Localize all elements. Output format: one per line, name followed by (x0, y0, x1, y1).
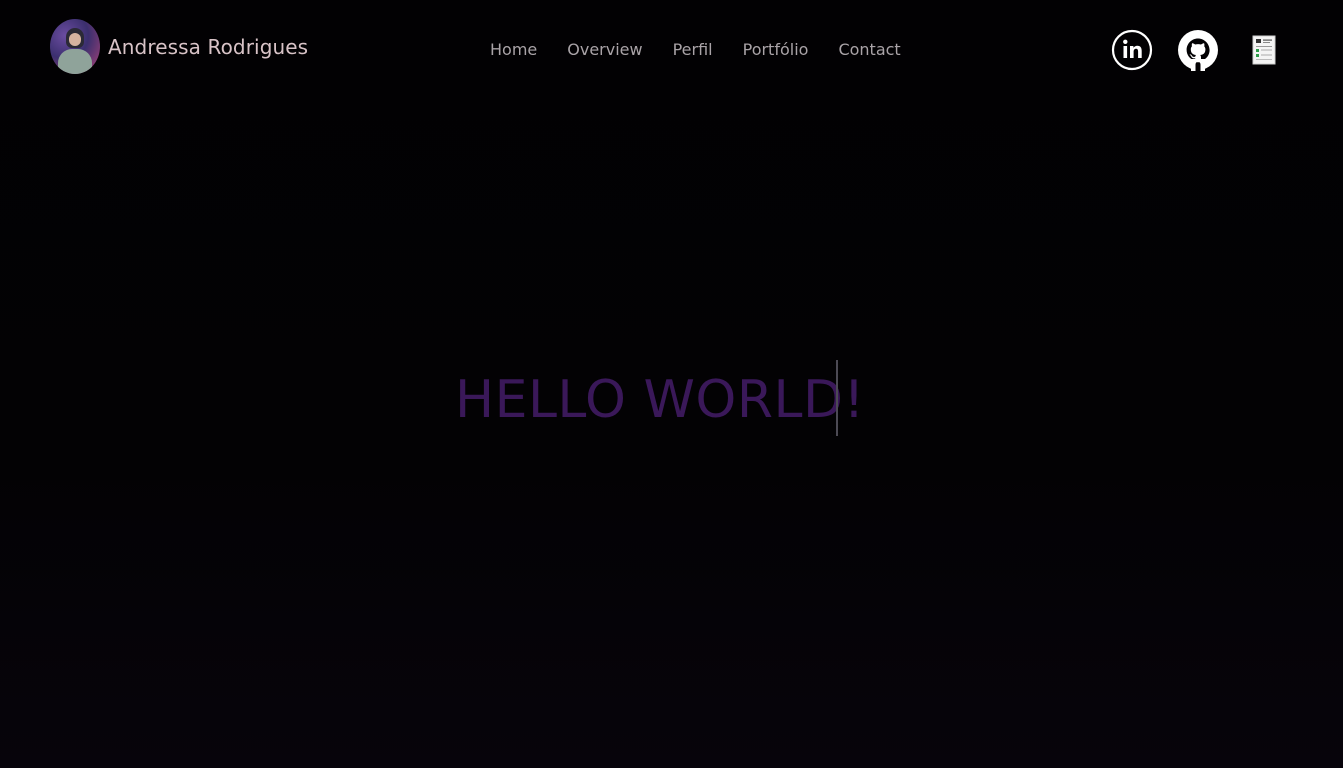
typing-cursor (836, 360, 838, 436)
github-icon[interactable] (1177, 29, 1219, 71)
main-nav: Home Overview Perfil Portfólio Contact (490, 40, 901, 60)
nav-link-portfolio[interactable]: Portfólio (743, 40, 809, 60)
hero-typed-heading: HELLO WORLD! (455, 370, 865, 430)
nav-link-overview[interactable]: Overview (567, 40, 642, 60)
social-links (1111, 29, 1281, 71)
page: Andressa Rodrigues Home Overview Perfil … (0, 0, 1343, 768)
avatar (50, 19, 100, 74)
linkedin-icon[interactable] (1111, 29, 1153, 71)
nav-link-contact[interactable]: Contact (838, 40, 900, 60)
brand[interactable]: Andressa Rodrigues (50, 19, 308, 74)
hero-section: HELLO WORLD! (0, 360, 1343, 440)
site-header: Andressa Rodrigues Home Overview Perfil … (0, 0, 1343, 100)
resume-document-icon[interactable] (1252, 35, 1276, 65)
nav-link-perfil[interactable]: Perfil (673, 40, 713, 60)
avatar-body (58, 49, 92, 74)
avatar-face (69, 33, 81, 46)
brand-name: Andressa Rodrigues (108, 34, 309, 59)
nav-link-home[interactable]: Home (490, 40, 537, 60)
